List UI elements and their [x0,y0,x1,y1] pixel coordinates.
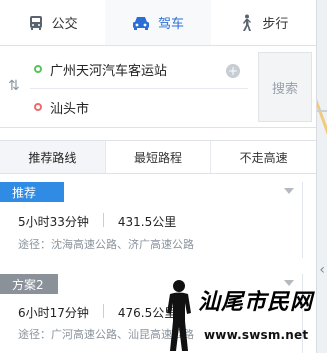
route-preference-tabs: 推荐路线 最短路程 不走高速 [0,140,316,174]
route-badge: 推荐 [0,182,64,202]
end-point-value: 汕头市 [50,101,90,117]
watermark-url: www.swsm.net [204,328,309,342]
tab-recommended[interactable]: 推荐路线 [0,141,106,173]
start-dot-icon [34,65,42,73]
route-badge: 方案2 [0,274,58,294]
end-dot-icon [34,103,42,111]
route-duration: 5小时33分钟 [18,215,89,229]
tab-shortest[interactable]: 最短路程 [106,141,212,173]
search-button[interactable]: 搜索 [258,52,312,122]
tab-bus-label: 公交 [51,17,78,32]
swap-icon[interactable]: ⇅ [8,78,24,94]
route-summary: 6小时17分钟 476.5公里 [18,304,176,321]
car-icon [132,15,150,31]
tab-walk-label: 步行 [262,17,289,32]
start-point-field[interactable]: 广州天河汽车客运站 [34,52,167,86]
person-silhouette-icon [167,280,191,351]
add-waypoint-icon[interactable]: + [226,64,240,78]
start-point-value: 广州天河汽车客运站 [50,63,168,79]
separator [102,213,104,227]
tab-bus[interactable]: 公交 [0,0,106,45]
route-via: 途径：沈海高速公路、济广高速公路 [18,238,194,251]
watermark-title: 汕尾市民网 [198,289,314,315]
watermark: 汕尾市民网 www.swsm.net [160,276,327,353]
separator [102,304,104,318]
chevron-down-icon[interactable] [284,188,294,194]
map-road [317,110,327,112]
route-duration: 6小时17分钟 [18,306,89,320]
tab-no-highway[interactable]: 不走高速 [211,141,316,173]
route-summary: 5小时33分钟 431.5公里 [18,213,176,230]
travel-mode-tabs: 公交 驾车 步行 [0,0,316,46]
tab-drive[interactable]: 驾车 [105,0,211,45]
walk-icon [238,14,254,32]
end-point-field[interactable]: 汕头市 [34,90,89,124]
tab-walk[interactable]: 步行 [210,0,316,45]
route-input-box: ⇅ 广州天河汽车客运站 + 汕头市 搜索 [0,46,316,128]
route-distance: 431.5公里 [117,215,177,229]
tab-drive-label: 驾车 [157,17,184,32]
divider [30,88,248,89]
route-card-recommended[interactable]: 推荐 5小时33分钟 431.5公里 途径：沈海高速公路、济广高速公路 [0,182,303,258]
bus-icon [28,15,44,31]
